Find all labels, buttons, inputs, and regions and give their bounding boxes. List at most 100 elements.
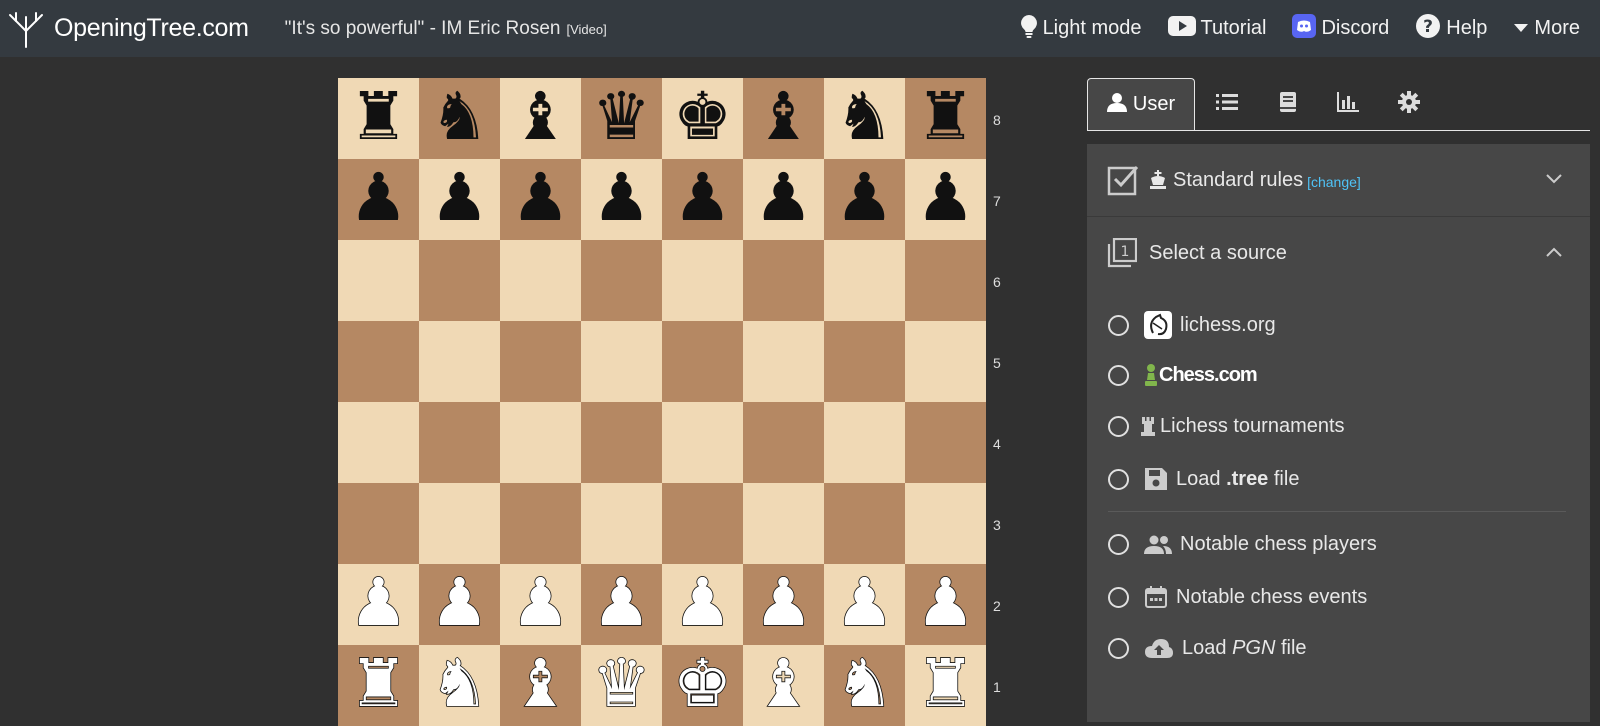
black-rook-icon[interactable]: ♜	[916, 83, 975, 150]
square-e6[interactable]	[662, 240, 743, 321]
black-knight-icon[interactable]: ♞	[835, 83, 894, 150]
option-lichess[interactable]: lichess.org	[1108, 311, 1276, 339]
square-d8[interactable]: ♛	[581, 78, 662, 159]
black-bishop-icon[interactable]: ♝	[511, 83, 570, 150]
square-h8[interactable]: ♜	[905, 78, 986, 159]
square-a8[interactable]: ♜	[338, 78, 419, 159]
square-d7[interactable]: ♟	[581, 159, 662, 240]
white-pawn-icon[interactable]: ♟	[834, 568, 895, 636]
rules-header[interactable]: Standard rules [change]	[1087, 144, 1590, 217]
square-e1[interactable]: ♚	[662, 645, 743, 726]
radio-lichess[interactable]	[1108, 314, 1129, 336]
white-pawn-icon[interactable]: ♟	[753, 568, 814, 636]
square-e4[interactable]	[662, 402, 743, 483]
square-b3[interactable]	[419, 483, 500, 564]
black-pawn-icon[interactable]: ♟	[916, 164, 975, 231]
square-c7[interactable]: ♟	[500, 159, 581, 240]
square-e3[interactable]	[662, 483, 743, 564]
square-a5[interactable]	[338, 321, 419, 402]
square-d5[interactable]	[581, 321, 662, 402]
option-load-pgn[interactable]: Load PGN file	[1108, 637, 1307, 660]
square-f6[interactable]	[743, 240, 824, 321]
white-knight-icon[interactable]: ♞	[429, 649, 490, 717]
square-b8[interactable]: ♞	[419, 78, 500, 159]
tab-moves[interactable]	[1207, 78, 1247, 130]
square-g3[interactable]	[824, 483, 905, 564]
tab-reports[interactable]	[1268, 78, 1308, 130]
square-f3[interactable]	[743, 483, 824, 564]
square-c2[interactable]: ♟	[500, 564, 581, 645]
white-pawn-icon[interactable]: ♟	[510, 568, 571, 636]
square-g4[interactable]	[824, 402, 905, 483]
square-c8[interactable]: ♝	[500, 78, 581, 159]
change-rules-link[interactable]: [change]	[1307, 174, 1361, 190]
white-queen-icon[interactable]: ♛	[591, 649, 652, 717]
square-h5[interactable]	[905, 321, 986, 402]
white-rook-icon[interactable]: ♜	[915, 649, 976, 717]
black-king-icon[interactable]: ♚	[673, 83, 732, 150]
source-header[interactable]: 1 Select a source	[1087, 217, 1590, 289]
black-bishop-icon[interactable]: ♝	[754, 83, 813, 150]
square-g7[interactable]: ♟	[824, 159, 905, 240]
brand-link[interactable]: OpeningTree.com	[8, 9, 249, 49]
black-queen-icon[interactable]: ♛	[592, 83, 651, 150]
option-load-tree[interactable]: Load .tree file	[1108, 467, 1299, 491]
square-a6[interactable]	[338, 240, 419, 321]
discord-link[interactable]: Discord	[1292, 13, 1389, 44]
white-king-icon[interactable]: ♚	[672, 649, 733, 717]
square-a4[interactable]	[338, 402, 419, 483]
more-menu[interactable]: More	[1513, 17, 1580, 40]
radio-load-tree[interactable]	[1108, 468, 1129, 490]
radio-chesscom[interactable]	[1108, 364, 1129, 386]
light-mode-button[interactable]: Light mode	[1020, 14, 1142, 44]
black-pawn-icon[interactable]: ♟	[673, 164, 732, 231]
square-b6[interactable]	[419, 240, 500, 321]
square-g6[interactable]	[824, 240, 905, 321]
black-pawn-icon[interactable]: ♟	[835, 164, 894, 231]
square-d3[interactable]	[581, 483, 662, 564]
square-a7[interactable]: ♟	[338, 159, 419, 240]
chevron-down-icon[interactable]	[1546, 171, 1562, 189]
white-pawn-icon[interactable]: ♟	[348, 568, 409, 636]
white-pawn-icon[interactable]: ♟	[429, 568, 490, 636]
square-a2[interactable]: ♟	[338, 564, 419, 645]
black-knight-icon[interactable]: ♞	[430, 83, 489, 150]
square-h7[interactable]: ♟	[905, 159, 986, 240]
square-b2[interactable]: ♟	[419, 564, 500, 645]
help-link[interactable]: ? Help	[1415, 13, 1487, 45]
square-c3[interactable]	[500, 483, 581, 564]
square-f5[interactable]	[743, 321, 824, 402]
radio-load-pgn[interactable]	[1108, 638, 1129, 659]
tab-user[interactable]: User	[1087, 78, 1195, 130]
square-b4[interactable]	[419, 402, 500, 483]
black-pawn-icon[interactable]: ♟	[511, 164, 570, 231]
square-d2[interactable]: ♟	[581, 564, 662, 645]
tab-settings[interactable]	[1389, 78, 1429, 130]
square-b7[interactable]: ♟	[419, 159, 500, 240]
square-b5[interactable]	[419, 321, 500, 402]
square-g8[interactable]: ♞	[824, 78, 905, 159]
black-rook-icon[interactable]: ♜	[349, 83, 408, 150]
square-e5[interactable]	[662, 321, 743, 402]
radio-lichess-tournaments[interactable]	[1108, 416, 1129, 437]
square-g5[interactable]	[824, 321, 905, 402]
square-g1[interactable]: ♞	[824, 645, 905, 726]
white-bishop-icon[interactable]: ♝	[753, 649, 814, 717]
square-b1[interactable]: ♞	[419, 645, 500, 726]
square-a3[interactable]	[338, 483, 419, 564]
square-c5[interactable]	[500, 321, 581, 402]
square-f8[interactable]: ♝	[743, 78, 824, 159]
radio-notable-players[interactable]	[1108, 534, 1129, 555]
option-notable-events[interactable]: Notable chess events	[1108, 585, 1367, 609]
square-h3[interactable]	[905, 483, 986, 564]
white-rook-icon[interactable]: ♜	[348, 649, 409, 717]
white-pawn-icon[interactable]: ♟	[591, 568, 652, 636]
square-f4[interactable]	[743, 402, 824, 483]
square-d1[interactable]: ♛	[581, 645, 662, 726]
option-lichess-tournaments[interactable]: Lichess tournaments	[1108, 415, 1345, 438]
square-h1[interactable]: ♜	[905, 645, 986, 726]
tab-stats[interactable]	[1328, 78, 1368, 130]
black-pawn-icon[interactable]: ♟	[592, 164, 651, 231]
square-g2[interactable]: ♟	[824, 564, 905, 645]
black-pawn-icon[interactable]: ♟	[754, 164, 813, 231]
